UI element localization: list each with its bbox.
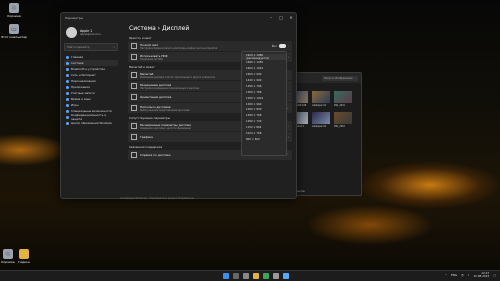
wifi-icon[interactable]: ◔ (461, 273, 463, 277)
resolution-dropdown[interactable]: 1920 × 1080 (рекомендуется) 1680 × 1050 … (241, 51, 287, 156)
chevron-right-icon: › (287, 124, 289, 128)
folder-icon (19, 249, 29, 259)
explorer-toolbar: ← → Поиск в: Изображения (286, 73, 361, 83)
resolution-icon (131, 83, 137, 89)
desktop-icon-recycle-bin[interactable]: ♲ Корзина (3, 3, 25, 18)
language-indicator[interactable]: ENG (451, 273, 457, 277)
task-view-icon[interactable] (243, 273, 249, 279)
pc-icon: ▭ (9, 24, 19, 34)
network-icon (66, 73, 69, 77)
settings-sidebar: Apple 1 apple@icloud.ru Найти параметр ⌕… (61, 22, 121, 198)
settings-search-input[interactable]: Найти параметр ⌕ (64, 43, 118, 51)
chevron-right-icon: › (287, 55, 289, 59)
file-thumbnail[interactable]: wallpaper 02 (312, 112, 330, 128)
resolution-option[interactable]: 1920 × 1080 (рекомендуется) (242, 54, 286, 60)
gamepad-icon (66, 103, 69, 107)
explorer-search[interactable]: Поиск в: Изображения (322, 75, 358, 81)
sun-icon (131, 43, 137, 49)
image-thumbnail (334, 112, 352, 124)
hdr-icon (131, 54, 137, 60)
search-icon[interactable] (233, 273, 239, 279)
window-title: Параметры (65, 15, 83, 20)
section-header: Яркость и цвет (129, 36, 152, 40)
chevron-right-icon: › (287, 44, 289, 48)
bluetooth-icon (66, 67, 69, 71)
recycle-bin-icon: ♲ (9, 3, 19, 13)
monitor-icon (131, 123, 137, 129)
settings-gear-icon[interactable] (273, 273, 279, 279)
sidebar-item-privacy[interactable]: Конфиденциальность и защита (64, 113, 118, 121)
displays-icon (131, 105, 137, 111)
activation-watermark: Активация Windows · Перейдите в раздел П… (120, 197, 194, 200)
clock[interactable]: 12:47 15.08.2023 (473, 271, 489, 279)
desktop-icon-pc[interactable]: ▭ Этот компьютер (1, 24, 27, 39)
volume-icon[interactable]: ♪ (468, 273, 470, 277)
file-thumbnail[interactable]: IMG_2052 (334, 112, 352, 128)
edge-icon[interactable] (263, 273, 269, 279)
home-icon (66, 55, 69, 59)
settings-window[interactable]: Параметры – □ ✕ Apple 1 apple@icloud.ru … (60, 12, 297, 199)
night-light-setting[interactable]: Ночной свет Настройка баланса белого для … (128, 41, 292, 51)
shield-icon (66, 115, 69, 119)
chevron-up-icon[interactable]: ⌃ (445, 273, 447, 277)
search-placeholder: Найти параметр (67, 45, 90, 49)
search-icon: ⌕ (113, 45, 115, 49)
maximize-icon[interactable]: □ (276, 15, 286, 20)
image-thumbnail (312, 112, 330, 124)
desktop-icon-folder[interactable]: Гедеон (13, 249, 35, 264)
user-email: apple@icloud.ru (80, 33, 102, 36)
update-icon (66, 121, 69, 125)
account-icon (66, 91, 69, 95)
settings-titlebar: Параметры – □ ✕ (61, 13, 296, 22)
image-thumbnail (334, 91, 352, 103)
image-thumbnail (312, 91, 330, 103)
chevron-right-icon: › (287, 135, 289, 139)
system-icon (66, 61, 69, 65)
scale-icon (131, 72, 137, 78)
user-profile[interactable]: Apple 1 apple@icloud.ru (66, 27, 118, 38)
taskbar: ⌃ ENG ◔ ♪ 12:47 15.08.2023 ▢ (0, 270, 500, 281)
clock-icon (66, 97, 69, 101)
brush-icon (66, 79, 69, 83)
close-icon[interactable]: ✕ (286, 15, 296, 20)
recycle-bin-icon: ♲ (3, 249, 13, 259)
graphics-icon (131, 134, 137, 140)
file-explorer-icon[interactable] (253, 273, 259, 279)
night-light-toggle[interactable] (278, 44, 286, 48)
store-icon[interactable] (283, 273, 289, 279)
file-thumbnail[interactable]: IMG_2041 (334, 91, 352, 107)
orientation-icon (131, 94, 137, 100)
file-thumbnail[interactable]: wallpaper 01 (312, 91, 330, 107)
globe-icon (131, 152, 137, 158)
avatar (66, 27, 77, 38)
sidebar-item-windows-update[interactable]: Центр обновления Windows (64, 120, 118, 126)
apps-icon (66, 85, 69, 89)
notifications-icon[interactable]: ▢ (493, 273, 496, 277)
start-icon[interactable] (223, 273, 229, 279)
accessibility-icon (66, 109, 69, 113)
minimize-icon[interactable]: – (266, 15, 276, 20)
breadcrumb: Система › Дисплей (129, 25, 190, 32)
resolution-option[interactable]: 800 × 600 (242, 136, 286, 142)
